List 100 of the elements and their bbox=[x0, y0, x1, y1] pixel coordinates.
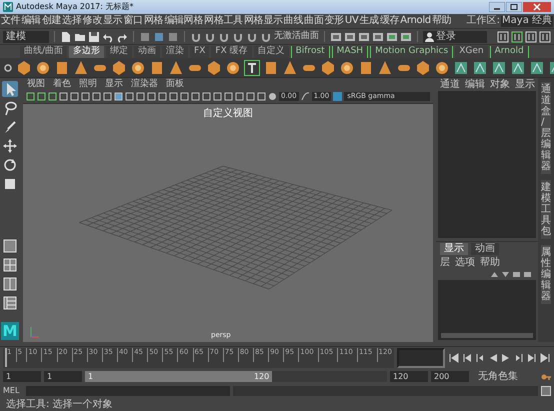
command-input-field[interactable] bbox=[26, 386, 230, 396]
render-icon[interactable] bbox=[330, 30, 342, 42]
menu-item[interactable]: 创建 bbox=[42, 15, 62, 27]
panel-menu-item[interactable]: 显示 bbox=[105, 78, 123, 90]
sphere-icon[interactable] bbox=[434, 60, 450, 76]
shelf-tab[interactable]: 动画 bbox=[134, 46, 160, 58]
menu-item[interactable]: 缓存 bbox=[380, 15, 400, 27]
panel-toggle-icon[interactable] bbox=[511, 30, 523, 42]
panel-menu-item[interactable]: 着色 bbox=[53, 78, 71, 90]
current-frame-field[interactable] bbox=[397, 348, 445, 368]
step-back-icon[interactable] bbox=[474, 352, 486, 364]
menu-item[interactable]: 曲面 bbox=[304, 15, 324, 27]
new-layer-icon[interactable] bbox=[512, 270, 521, 279]
playback-end-field[interactable]: 120 bbox=[390, 371, 428, 382]
layer-tab[interactable]: 显示 bbox=[440, 243, 468, 255]
step-forward-icon[interactable] bbox=[513, 352, 525, 364]
user-dropdown[interactable]: 登录 bbox=[423, 30, 487, 42]
panel-menu-item[interactable]: 视图 bbox=[27, 78, 45, 90]
save-icon[interactable] bbox=[88, 30, 100, 42]
sphere-icon[interactable] bbox=[130, 60, 146, 76]
menu-item[interactable]: 网格工具 bbox=[204, 15, 243, 27]
menu-item[interactable]: 显示 bbox=[103, 15, 122, 27]
settings-icon[interactable] bbox=[3, 62, 13, 72]
go-to-start-icon[interactable] bbox=[448, 352, 460, 364]
channel-box-menu-item[interactable]: 对象 bbox=[490, 78, 510, 90]
shelf-tab[interactable]: MASH bbox=[332, 46, 368, 58]
current-time-marker[interactable] bbox=[5, 348, 7, 367]
layer-tab[interactable]: 动画 bbox=[471, 243, 499, 255]
menu-item[interactable]: 修改 bbox=[82, 15, 102, 27]
layer-menu-item[interactable]: 选项 bbox=[455, 256, 475, 268]
menu-item[interactable]: 窗口 bbox=[123, 15, 143, 27]
select-mode-icon[interactable] bbox=[139, 30, 151, 42]
panel-menu-item[interactable]: 面板 bbox=[166, 78, 184, 90]
sphere-icon[interactable] bbox=[35, 60, 51, 76]
shelf-tab[interactable]: Motion Graphics bbox=[370, 46, 454, 58]
step-forward-key-icon[interactable] bbox=[526, 352, 538, 364]
end-frame-field[interactable]: 200 bbox=[431, 371, 469, 382]
render-icon[interactable] bbox=[372, 30, 384, 42]
channel-box-menu-item[interactable]: 编辑 bbox=[465, 78, 485, 90]
shelf-tab[interactable]: 曲线/曲面 bbox=[20, 46, 68, 58]
key-icon[interactable] bbox=[541, 372, 551, 382]
shelf-tab[interactable]: Bifrost bbox=[290, 46, 330, 58]
mesh-tool-icon[interactable] bbox=[453, 60, 469, 76]
sphere-icon[interactable] bbox=[339, 60, 355, 76]
script-editor-icon[interactable] bbox=[541, 386, 551, 396]
shelf-tab[interactable]: Arnold bbox=[490, 46, 529, 58]
channel-box-menu-item[interactable]: 显示 bbox=[515, 78, 535, 90]
mode-dropdown[interactable]: 建模 bbox=[3, 30, 49, 42]
render-icon[interactable] bbox=[400, 30, 412, 42]
menu-item[interactable]: UV bbox=[344, 15, 358, 27]
menu-item[interactable]: 编辑网格 bbox=[164, 15, 204, 27]
layer-menu-item[interactable]: 帮助 bbox=[480, 256, 500, 268]
menu-item[interactable]: 变形 bbox=[324, 15, 344, 27]
scale-icon[interactable] bbox=[2, 176, 18, 192]
outliner-view-icon[interactable] bbox=[2, 295, 18, 311]
mesh-tool-icon[interactable] bbox=[472, 60, 488, 76]
workspace-dropdown[interactable]: Maya 经典 bbox=[501, 16, 553, 26]
shelf-tab[interactable]: 绑定 bbox=[106, 46, 132, 58]
render-icon[interactable] bbox=[344, 30, 356, 42]
menu-item[interactable]: 编辑 bbox=[21, 15, 41, 27]
minimize-icon[interactable] bbox=[489, 2, 505, 12]
shelf-tab[interactable]: FX 缓存 bbox=[211, 46, 252, 58]
two-view-icon[interactable] bbox=[2, 276, 18, 292]
side-tab[interactable]: 属性编辑器 bbox=[541, 245, 551, 304]
menu-item[interactable]: 网格显示 bbox=[244, 15, 283, 27]
step-back-key-icon[interactable] bbox=[461, 352, 473, 364]
menu-item[interactable]: 网格 bbox=[144, 15, 164, 27]
shelf-tab[interactable]: FX bbox=[190, 46, 210, 58]
render-icon[interactable] bbox=[386, 30, 398, 42]
rotate-icon[interactable] bbox=[2, 157, 18, 173]
mesh-tool-icon[interactable] bbox=[510, 60, 526, 76]
side-tab[interactable]: 建模工具包 bbox=[541, 180, 551, 239]
character-set-dropdown[interactable]: 无角色集 bbox=[478, 370, 538, 382]
new-layer-selected-icon[interactable] bbox=[523, 270, 532, 279]
four-view-icon[interactable] bbox=[2, 257, 18, 273]
menu-item[interactable]: 曲线 bbox=[284, 15, 304, 27]
range-slider-handle[interactable]: 1 120 bbox=[85, 371, 272, 382]
mesh-tool-icon[interactable] bbox=[529, 60, 545, 76]
move-icon[interactable] bbox=[2, 138, 18, 154]
menu-item[interactable]: 文件 bbox=[1, 15, 20, 27]
script-language-label[interactable]: MEL bbox=[3, 386, 23, 396]
panel-toggle-icon[interactable] bbox=[497, 30, 509, 42]
start-frame-field[interactable]: 1 bbox=[3, 371, 41, 382]
brush-icon[interactable] bbox=[2, 119, 18, 135]
text-icon[interactable] bbox=[244, 60, 260, 76]
panel-toggle-icon[interactable] bbox=[525, 30, 537, 42]
range-slider-track[interactable]: 1 120 bbox=[85, 371, 387, 382]
shelf-tab[interactable]: 多边形 bbox=[69, 46, 104, 58]
maximize-icon[interactable] bbox=[506, 2, 522, 12]
go-to-end-icon[interactable] bbox=[539, 352, 551, 364]
layer-menu-item[interactable]: 层 bbox=[440, 256, 450, 268]
color-management-icon[interactable] bbox=[333, 92, 342, 101]
playback-start-field[interactable]: 1 bbox=[44, 371, 82, 382]
shelf-tab[interactable]: 渲染 bbox=[162, 46, 188, 58]
menu-item[interactable]: 帮助 bbox=[432, 15, 452, 27]
shelf-tab[interactable]: 自定义 bbox=[254, 46, 289, 58]
sphere-icon[interactable] bbox=[225, 60, 241, 76]
select-mode-icon[interactable] bbox=[153, 30, 165, 42]
single-view-icon[interactable] bbox=[2, 238, 18, 254]
menu-item[interactable]: Arnold bbox=[400, 15, 431, 27]
